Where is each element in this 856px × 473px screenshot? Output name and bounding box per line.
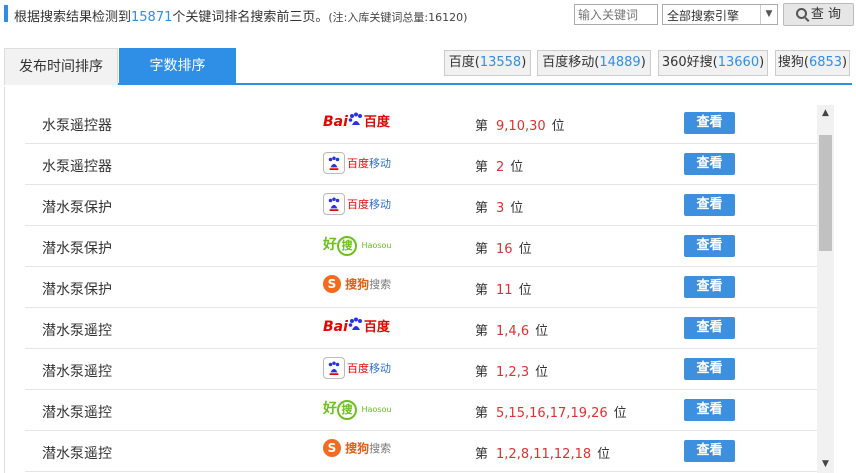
table-row: 潜水泵保护 好搜 Haosou 第 16 位 查看 (25, 226, 817, 267)
table-row: 潜水泵遥控 好搜 Haosou 第 5,15,16,17,19,26 位 查看 (25, 390, 817, 431)
rank-text: 第2位 (475, 160, 524, 175)
engine-tab-count: 6853 (808, 55, 843, 70)
rank-text: 第3位 (475, 201, 524, 216)
keyword-text: 潜水泵遥控 (42, 323, 112, 339)
baidu-paw-icon (348, 112, 362, 125)
table-row: 潜水泵保护 百度移动 第 3 位 查看 (25, 185, 817, 226)
sogou-logo: S 搜狗搜索 (323, 275, 391, 301)
list-scrollbar[interactable]: ▲ ▼ (817, 105, 834, 473)
summary-accent-bar (4, 5, 8, 22)
view-button[interactable]: 查看 (684, 276, 735, 298)
sogou-logo: S 搜狗搜索 (323, 439, 391, 465)
table-row: 潜水泵遥控 Bai 百度 第 1,4,6 位 查看 (25, 308, 817, 349)
table-row: 潜水泵遥控 百度移动 第 1,2,3 位 查看 (25, 349, 817, 390)
engine-select[interactable]: 全部搜索引擎 ▼ (662, 4, 778, 25)
baidu-mobile-icon (323, 152, 345, 174)
table-row: 潜水泵保护 S 搜狗搜索 第 11 位 查看 (25, 267, 817, 308)
haosou-logo: 好搜 Haosou (323, 398, 391, 424)
baidu-paw-icon (348, 317, 362, 330)
keyword-text: 潜水泵遥控 (42, 364, 112, 380)
baidu-logo: Bai 百度 (323, 112, 390, 130)
sort-tabs: 发布时间排序 字数排序 百度(13558) 百度移动(14889) 360好搜(… (4, 48, 852, 85)
baidu-mobile-icon (323, 193, 345, 215)
engine-tab-label: 百度 (448, 55, 475, 70)
engine-tab-count: 13660 (717, 55, 760, 70)
rank-text: 第 5,15,16,17,19,26 位 (475, 406, 627, 421)
scroll-down-arrow-icon[interactable]: ▼ (817, 456, 834, 473)
view-button[interactable]: 查看 (684, 440, 735, 462)
rank-text: 第 1,4,6 位 (475, 324, 549, 339)
engine-tab-baidu[interactable]: 百度(13558) (444, 50, 531, 76)
engine-select-value: 全部搜索引擎 (667, 9, 740, 23)
engine-tab-count: 13558 (479, 55, 522, 70)
summary-prefix: 根据搜索结果检测到 (14, 10, 132, 25)
view-button[interactable]: 查看 (684, 317, 735, 339)
table-row: 潜水泵遥控 S 搜狗搜索 第 1,2,8,11,12,18 位 查看 (25, 431, 817, 472)
scrollbar-thumb[interactable] (819, 135, 832, 251)
keyword-search-input[interactable] (574, 4, 658, 25)
engine-tab-count: 14889 (599, 55, 641, 70)
keyword-text: 潜水泵保护 (42, 282, 112, 298)
engine-tab-360-haosou[interactable]: 360好搜(13660) (658, 50, 768, 76)
query-button[interactable]: 查 询 (783, 3, 854, 26)
chevron-down-icon[interactable]: ▼ (760, 5, 777, 24)
engine-tab-label: 360好搜 (661, 55, 713, 70)
rank-text: 第 16 位 (475, 242, 532, 257)
rank-positions: 16 (496, 242, 513, 257)
view-button[interactable]: 查看 (684, 153, 735, 175)
keyword-text: 潜水泵保护 (42, 200, 112, 216)
keyword-text: 潜水泵遥控 (42, 446, 112, 462)
rank-text: 第 1,2,3 位 (475, 365, 549, 380)
summary-note: (注:入库关键词总量:16120) (328, 11, 468, 24)
summary-bar: 根据搜索结果检测到15871个关键词排名搜索前三页。(注:入库关键词总量:161… (0, 0, 856, 30)
haosou-logo: 好搜 Haosou (323, 234, 391, 260)
rank-positions: 3 (496, 201, 505, 216)
engine-tab-label: 搜狗 (777, 55, 804, 70)
rank-text: 第 1,2,8,11,12,18 位 (475, 447, 611, 462)
keyword-text: 水泵遥控器 (42, 159, 112, 175)
baidu-mobile-logo: 百度移动 (323, 152, 391, 178)
rank-positions: 1,4,6 (496, 324, 530, 339)
engine-tab-sogou[interactable]: 搜狗(6853) (775, 50, 850, 76)
engine-tab-label: 百度移动 (542, 55, 595, 70)
rank-positions: 11 (496, 283, 513, 298)
scroll-up-arrow-icon[interactable]: ▲ (817, 105, 834, 122)
baidu-mobile-logo: 百度移动 (323, 357, 391, 383)
baidu-logo: Bai 百度 (323, 317, 390, 335)
table-row: 水泵遥控器 Bai 百度 第 9,10,30 位 查看 (25, 103, 817, 144)
tab-word-count-sort[interactable]: 字数排序 (119, 48, 236, 85)
baidu-mobile-logo: 百度移动 (323, 193, 391, 219)
engine-tab-baidu-mobile[interactable]: 百度移动(14889) (537, 50, 651, 76)
keyword-text: 潜水泵保护 (42, 241, 112, 257)
rank-positions: 2 (496, 160, 505, 175)
rank-positions: 1,2,8,11,12,18 (496, 447, 592, 462)
view-button[interactable]: 查看 (684, 358, 735, 380)
rank-positions: 1,2,3 (496, 365, 530, 380)
keyword-text: 水泵遥控器 (42, 118, 112, 134)
search-icon (795, 8, 807, 19)
summary-suffix: 个关键词排名搜索前三页。 (172, 10, 329, 25)
view-button[interactable]: 查看 (684, 194, 735, 216)
keyword-text: 潜水泵遥控 (42, 405, 112, 421)
table-row: 水泵遥控器 百度移动 第 2 位 查看 (25, 144, 817, 185)
rank-text: 第 9,10,30 位 (475, 119, 565, 134)
rank-positions: 5,15,16,17,19,26 (496, 406, 608, 421)
rank-positions: 9,10,30 (496, 119, 546, 134)
results-list: 水泵遥控器 Bai 百度第 9,10,30 位查看 水泵遥控器 百度移动第 2 位查看 潜水泵保护… (4, 87, 852, 473)
view-button[interactable]: 查看 (684, 399, 735, 421)
tab-publish-time-sort[interactable]: 发布时间排序 (4, 48, 118, 85)
summary-text: 根据搜索结果检测到15871个关键词排名搜索前三页。(注:入库关键词总量:161… (14, 6, 467, 25)
keyword-count: 15871 (131, 10, 173, 25)
view-button[interactable]: 查看 (684, 112, 735, 134)
baidu-mobile-icon (323, 357, 345, 379)
view-button[interactable]: 查看 (684, 235, 735, 257)
query-button-label: 查 询 (810, 7, 842, 22)
rank-text: 第 11 位 (475, 283, 532, 298)
